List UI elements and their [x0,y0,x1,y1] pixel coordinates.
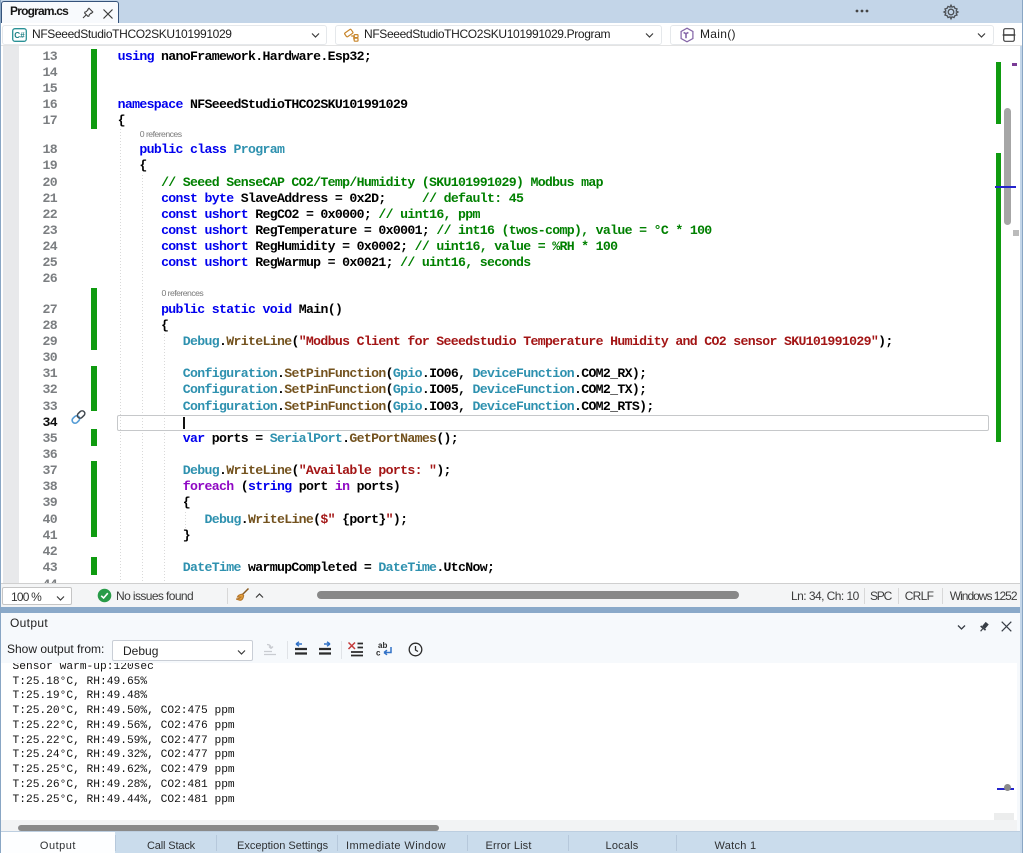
svg-text:C#: C# [14,31,25,40]
svg-text:c: c [376,648,381,657]
